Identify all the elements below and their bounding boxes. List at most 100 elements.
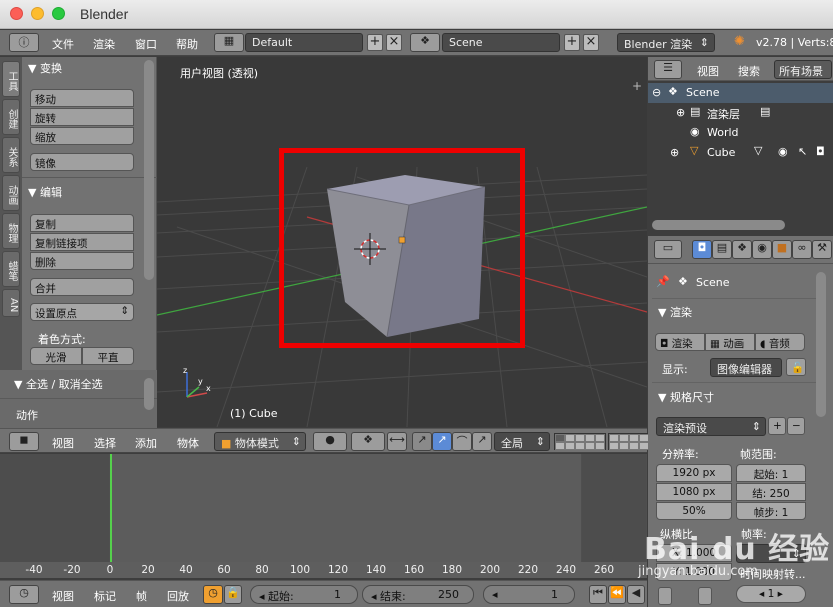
join-button[interactable]: 合并 (30, 278, 134, 296)
resolution-y-field[interactable]: 1080 px (656, 483, 732, 501)
set-origin-select[interactable]: 设置原点 ⇕ (30, 303, 134, 321)
properties-scrollbar[interactable] (816, 272, 826, 417)
tab-create[interactable]: 创建 (2, 99, 20, 135)
minimize-window-button[interactable] (31, 7, 44, 20)
tab-render-layers[interactable]: ▤ (712, 240, 732, 259)
frame-step-field[interactable]: 帧步: 1 (736, 502, 806, 520)
menu-window[interactable]: 窗口 (135, 36, 157, 52)
jump-start-button[interactable]: ⏮ (589, 585, 607, 604)
resolution-x-field[interactable]: 1920 px (656, 464, 732, 482)
rotate-button[interactable]: 旋转 (30, 108, 134, 126)
rotate-manipulator-button[interactable]: ⌒ (452, 432, 472, 451)
scene-field[interactable]: Scene (442, 33, 560, 52)
visibility-eye-icon[interactable]: ◉ (778, 145, 788, 158)
menu-object[interactable]: 物体 (177, 435, 199, 451)
duplicate-button[interactable]: 复制 (30, 214, 134, 232)
close-window-button[interactable] (10, 7, 23, 20)
menu-help[interactable]: 帮助 (176, 36, 198, 52)
display-mode-select[interactable]: 图像编辑器 (710, 358, 782, 377)
menu-file[interactable]: 文件 (52, 36, 74, 52)
translate-button[interactable]: 移动 (30, 89, 134, 107)
screen-layout-browse[interactable]: ▦ (214, 33, 244, 52)
tab-modifiers[interactable]: ⚒ (812, 240, 832, 259)
end-frame-field[interactable]: ◂ 结束: 250 (362, 585, 474, 604)
manipulator-toggle[interactable]: ⟷ (387, 432, 407, 451)
tab-scene[interactable]: ❖ (732, 240, 752, 259)
selectable-cursor-icon[interactable]: ↖ (798, 145, 807, 158)
menu-view[interactable]: 视图 (52, 435, 74, 451)
preview-range-toggle[interactable]: ◷ (203, 585, 223, 604)
lock-interface-button[interactable]: 🔓 (786, 358, 806, 376)
pin-icon[interactable]: 📌 (656, 275, 670, 288)
tab-animation[interactable]: 动画 (2, 175, 20, 211)
editor-type-button[interactable]: ◼ (9, 432, 39, 451)
menu-view[interactable]: 视图 (52, 588, 74, 604)
resolution-percent-field[interactable]: 50% (656, 502, 732, 520)
lock-range-toggle[interactable]: 🔒 (224, 585, 242, 604)
tab-tools[interactable]: 工具 (2, 61, 20, 97)
tab-world[interactable]: ◉ (752, 240, 772, 259)
operator-panel-scrollbar[interactable] (144, 378, 154, 410)
mirror-button[interactable]: 镜像 (30, 153, 134, 171)
add-screen-icon[interactable]: + (367, 34, 383, 51)
pivot-point-select[interactable]: ❖ (351, 432, 385, 451)
render-animation-button[interactable]: ▦ 动画 (705, 333, 755, 351)
add-scene-icon[interactable]: + (564, 34, 580, 51)
tab-relations[interactable]: 关系 (2, 137, 20, 173)
outliner-row-scene[interactable]: ⊖ ❖ Scene (648, 83, 833, 103)
tab-render[interactable]: ◘ (692, 240, 712, 259)
current-frame-line[interactable] (110, 454, 112, 562)
shade-flat-button[interactable]: 平直 (82, 347, 134, 365)
outliner-scrollbar[interactable] (652, 220, 785, 230)
render-audio-button[interactable]: ◖ 音频 (755, 333, 805, 351)
collapse-icon[interactable]: ⊖ (652, 86, 661, 99)
scale-button[interactable]: 缩放 (30, 127, 134, 145)
menu-view[interactable]: 视图 (697, 63, 719, 79)
duplicate-linked-button[interactable]: 复制链接项 (30, 233, 134, 251)
viewport-shading-select[interactable]: ● (313, 432, 347, 451)
render-engine-select[interactable]: Blender 渲染 ⇕ (617, 33, 715, 52)
editor-type-button[interactable]: ⓘ (9, 33, 39, 52)
layer-buttons-a[interactable] (554, 433, 606, 450)
editor-type-button[interactable]: ▭ (654, 240, 682, 259)
display-mode-select[interactable]: 所有场景 (774, 60, 832, 79)
delete-button[interactable]: 删除 (30, 252, 134, 270)
frame-end-field[interactable]: 结: 250 (736, 483, 806, 501)
screen-layout-field[interactable]: Default (245, 33, 363, 52)
scale-manipulator-button[interactable]: ↗ (472, 432, 492, 451)
outliner-row-render-layers[interactable]: ⊕ ▤ 渲染层 ▤ (648, 103, 833, 123)
menu-marker[interactable]: 标记 (94, 588, 116, 604)
tab-physics[interactable]: 物理 (2, 213, 20, 249)
render-image-button[interactable]: ◘ 渲染 (655, 333, 705, 351)
interaction-mode-select[interactable]: ■ 物体模式 ⇕ (214, 432, 306, 451)
tab-object[interactable]: ■ (772, 240, 792, 259)
translate-manipulator-button[interactable]: ↗ (432, 432, 452, 451)
remove-scene-icon[interactable]: × (583, 34, 599, 51)
current-frame-field[interactable]: ◂ 1 (483, 585, 575, 604)
select-all-panel-header[interactable]: ▼ 全选 / 取消全选 (14, 376, 103, 392)
remove-preset-button[interactable]: − (787, 417, 805, 435)
frame-start-field[interactable]: 起始: 1 (736, 464, 806, 482)
tab-an[interactable]: AN (2, 289, 20, 317)
render-preset-select[interactable]: 渲染预设 ⇕ (656, 417, 766, 436)
start-frame-field[interactable]: ◂ 起始: 1 (250, 585, 358, 604)
tool-shelf-scrollbar[interactable] (144, 60, 154, 280)
editor-type-button[interactable]: ◷ (9, 585, 39, 604)
zoom-window-button[interactable] (52, 7, 65, 20)
properties-toggle-icon[interactable]: + (632, 79, 642, 93)
editor-type-button[interactable]: ☰ (654, 60, 682, 79)
edit-panel-header[interactable]: ▼ 编辑 (28, 184, 62, 200)
render-panel-header[interactable]: ▼ 渲染 (658, 304, 692, 320)
timeline-editor[interactable]: -40 -20 0 20 40 60 80 100 120 140 160 18… (0, 454, 647, 578)
add-preset-button[interactable]: + (768, 417, 786, 435)
outliner-row-cube[interactable]: ⊕ ▽ Cube ▽ ◉ ↖ ◘ (648, 143, 833, 163)
menu-frame[interactable]: 帧 (136, 588, 147, 604)
menu-select[interactable]: 选择 (94, 435, 116, 451)
renderable-camera-icon[interactable]: ◘ (816, 145, 825, 158)
menu-render[interactable]: 渲染 (93, 36, 115, 52)
prev-keyframe-button[interactable]: ⏪ (608, 585, 626, 604)
scene-browse[interactable]: ❖ (410, 33, 440, 52)
dimensions-panel-header[interactable]: ▼ 规格尺寸 (658, 389, 714, 405)
menu-add[interactable]: 添加 (135, 435, 157, 451)
expand-icon[interactable]: ⊕ (670, 146, 679, 159)
